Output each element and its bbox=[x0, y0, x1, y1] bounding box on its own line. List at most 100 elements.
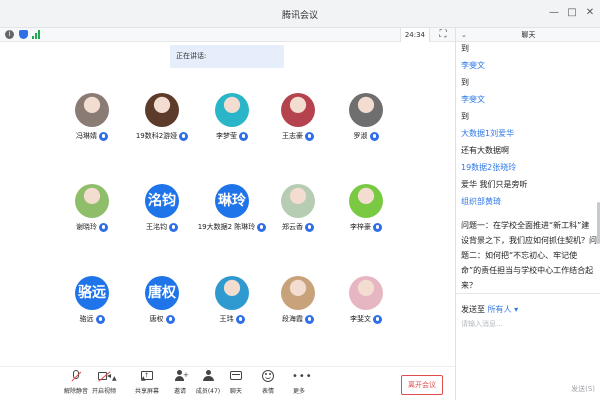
participant-name: 郑云香 bbox=[282, 223, 303, 231]
participant-name-row: 王志豪 bbox=[263, 131, 333, 141]
participant-name-row: 罗淑 bbox=[331, 131, 401, 141]
participant-tile[interactable]: 琳玲 19大数据2 陈琳玲 bbox=[197, 184, 267, 232]
participant-name-row: 王玮 bbox=[197, 314, 267, 324]
mic-icon bbox=[305, 314, 314, 324]
send-button[interactable]: 发送(S) bbox=[571, 384, 595, 394]
participant-tile[interactable]: 王志豪 bbox=[263, 93, 333, 141]
participant-name-row: 19大数据2 陈琳玲 bbox=[197, 222, 267, 232]
chat-panel: ⌄ 聊天 问题一：在学校全面推进“新工科”建设背景之下，我们应如何抓住契机？问题… bbox=[455, 28, 600, 400]
participant-name: 段海霞 bbox=[282, 315, 303, 323]
mic-icon bbox=[99, 131, 108, 141]
mic-icon bbox=[373, 314, 382, 324]
meeting-timer: 24:34 bbox=[399, 28, 430, 42]
participant-name-row: 段海霞 bbox=[263, 314, 333, 324]
participant-tile[interactable]: 罗淑 bbox=[331, 93, 401, 141]
video-off-icon bbox=[97, 370, 111, 383]
chat-sender: 19数据2张晓玲 bbox=[461, 163, 517, 172]
emoji-icon bbox=[261, 370, 275, 383]
participant-tile[interactable]: 郑云香 bbox=[263, 184, 333, 232]
control-button[interactable]: ↑ 共享屏幕 bbox=[131, 370, 163, 395]
participant-tile[interactable]: 唐权 唐权 bbox=[127, 276, 197, 324]
leave-meeting-button[interactable]: 离开会议 bbox=[401, 375, 443, 395]
chat-sender: 组织部黄琦 bbox=[461, 197, 501, 206]
participant-name-row: 王洺钧 bbox=[127, 222, 197, 232]
control-button[interactable]: 聊天 bbox=[220, 370, 252, 395]
mic-icon bbox=[169, 222, 178, 232]
control-button[interactable]: 表情 bbox=[252, 370, 284, 395]
participant-name-row: 冯琳婧 bbox=[57, 131, 127, 141]
participant-tile[interactable]: 谢晓玲 bbox=[57, 184, 127, 232]
avatar bbox=[215, 276, 249, 310]
chat-composer: 发送至 所有人 ▾ 请输入消息... 发送(S) bbox=[456, 293, 600, 400]
participant-tile[interactable]: 冯琳婧 bbox=[57, 93, 127, 141]
members-icon bbox=[201, 370, 215, 383]
control-label: 更多 bbox=[292, 388, 305, 395]
avatar bbox=[349, 184, 383, 218]
info-icon[interactable]: i bbox=[5, 30, 14, 39]
avatar bbox=[75, 184, 109, 218]
chat-messages[interactable]: 问题一：在学校全面推进“新工科”建设背景之下，我们应如何抓住契机？问题二：如何把… bbox=[456, 42, 600, 314]
send-to-target[interactable]: 所有人 bbox=[488, 305, 512, 314]
participant-tile[interactable]: 李梦莹 bbox=[197, 93, 267, 141]
avatar bbox=[281, 276, 315, 310]
send-to-label: 发送至 bbox=[461, 305, 485, 314]
participant-name: 罗淑 bbox=[353, 132, 368, 140]
control-label: 聊天 bbox=[229, 388, 242, 395]
fullscreen-icon[interactable]: ⛶ bbox=[437, 29, 449, 41]
title-bar: 腾讯会议 — □ ✕ bbox=[0, 0, 600, 28]
participant-tile[interactable]: 洺钧 王洺钧 bbox=[127, 184, 197, 232]
avatar bbox=[75, 93, 109, 127]
participant-name-row: 李斐文 bbox=[331, 314, 401, 324]
participant-name-row: 李梓豪 bbox=[331, 222, 401, 232]
participant-tile[interactable]: 19数科2游娅 bbox=[127, 93, 197, 141]
close-icon[interactable]: ✕ bbox=[583, 6, 597, 20]
send-to[interactable]: 发送至 所有人 ▾ bbox=[461, 304, 518, 315]
mic-icon bbox=[369, 131, 379, 141]
avatar: 骆远 bbox=[75, 276, 109, 310]
mic-icon bbox=[99, 222, 108, 232]
participant-name-row: 李梦莹 bbox=[197, 131, 267, 141]
more-icon: ••• bbox=[292, 371, 313, 382]
avatar: 唐权 bbox=[145, 276, 179, 310]
control-label: 共享屏幕 bbox=[134, 388, 159, 395]
participant-tile[interactable]: 段海霞 bbox=[263, 276, 333, 324]
control-button[interactable]: 开启视频 bbox=[88, 370, 120, 395]
participant-name-row: 唐权 bbox=[127, 314, 197, 324]
shield-icon[interactable] bbox=[19, 30, 28, 39]
window-title: 腾讯会议 bbox=[281, 11, 318, 21]
participant-name: 冯琳婧 bbox=[76, 132, 97, 140]
participant-name-row: 郑云香 bbox=[263, 222, 333, 232]
participant-tile[interactable]: 王玮 bbox=[197, 276, 267, 324]
chat-title: 聊天 bbox=[521, 31, 536, 39]
participant-tile[interactable]: 李梓豪 bbox=[331, 184, 401, 232]
chat-input[interactable]: 请输入消息... bbox=[461, 319, 503, 329]
chat-message: 爱华 我们只是旁听 bbox=[461, 180, 528, 189]
meeting-toolbar: i 24:34 ⛶ bbox=[0, 28, 455, 42]
control-bar: ▲ ▲ 离开会议 解除静音 开启视频 ↑ 共享屏幕 + 邀请 成员(47) 聊天 表情 ••• 更多 bbox=[0, 366, 455, 400]
minimize-icon[interactable]: — bbox=[547, 6, 561, 20]
chat-message: 到 bbox=[461, 78, 469, 87]
participant-name-row: 骆远 bbox=[57, 314, 127, 324]
mic-icon bbox=[239, 131, 248, 141]
avatar bbox=[349, 93, 383, 127]
participant-name: 骆远 bbox=[79, 315, 94, 323]
mic-icon bbox=[305, 222, 314, 232]
chat-header: ⌄ 聊天 bbox=[456, 28, 600, 42]
mic-icon bbox=[179, 131, 189, 141]
participant-name: 19大数据2 陈琳玲 bbox=[197, 223, 256, 231]
participant-name-row: 谢晓玲 bbox=[57, 222, 127, 232]
participant-name: 19数科2游娅 bbox=[135, 132, 178, 140]
chat-message: 到 bbox=[461, 112, 469, 121]
avatar bbox=[215, 93, 249, 127]
avatar bbox=[281, 184, 315, 218]
mic-icon bbox=[95, 314, 105, 324]
control-label: 开启视频 bbox=[91, 388, 116, 395]
participant-tile[interactable]: 骆远 骆远 bbox=[57, 276, 127, 324]
maximize-icon[interactable]: □ bbox=[565, 6, 579, 20]
signal-icon[interactable] bbox=[32, 30, 41, 39]
chat-message: 到 bbox=[461, 44, 469, 53]
control-button[interactable]: ••• 更多 bbox=[283, 370, 315, 396]
mic-icon bbox=[373, 222, 382, 232]
chat-message: 还有大数据啊 bbox=[461, 146, 509, 155]
participant-tile[interactable]: 李斐文 bbox=[331, 276, 401, 324]
